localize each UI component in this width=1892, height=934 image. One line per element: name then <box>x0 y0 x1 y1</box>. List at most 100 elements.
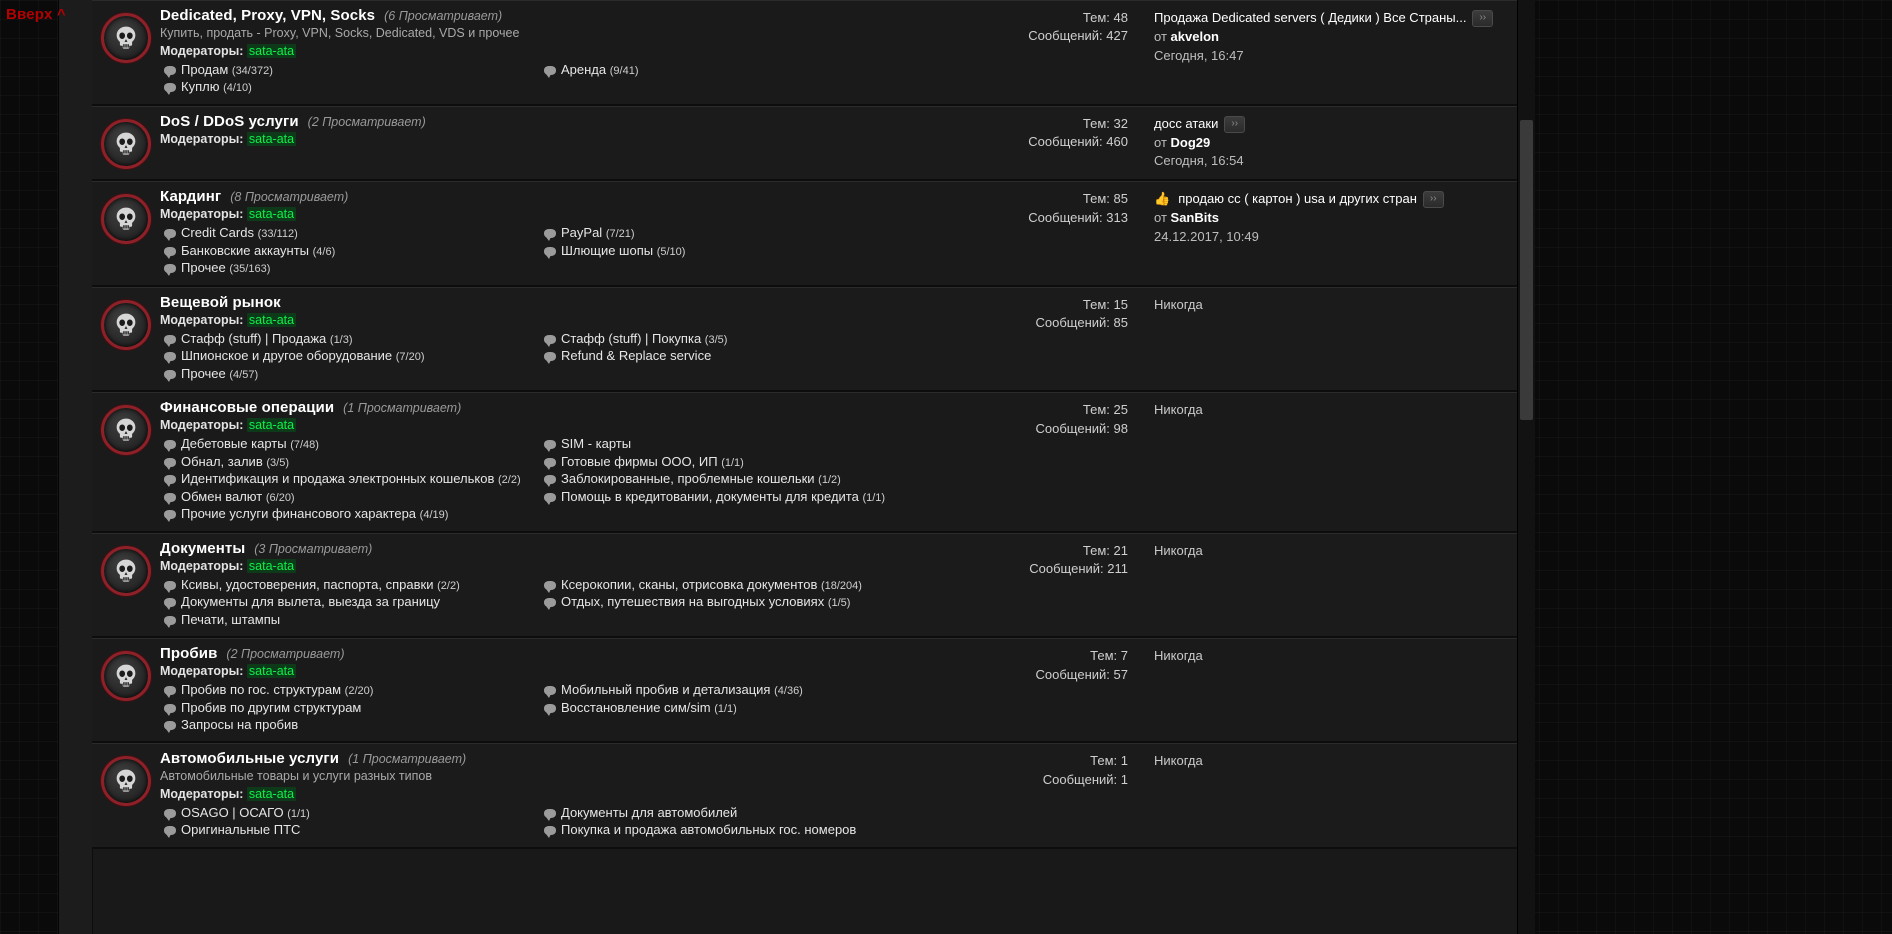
subforum-link[interactable]: PayPal <box>561 225 602 240</box>
forum-node-row: Вещевой рынок Модераторы: sata-ata Стафф (… <box>92 286 1517 393</box>
skull-icon <box>101 13 151 63</box>
subforum-link[interactable]: OSAGO | ОСАГО <box>181 805 284 820</box>
subforum-link[interactable]: SIM - карты <box>561 436 631 451</box>
moderator-name-link[interactable]: sata-ata <box>246 418 297 433</box>
subforum-link[interactable]: Стафф (stuff) | Покупка <box>561 331 701 346</box>
subforum-count: (1/1) <box>287 807 310 820</box>
subforum-link[interactable]: Refund & Replace service <box>561 348 711 363</box>
subforum-link[interactable]: Отдых, путешествия на выгодных условиях <box>561 594 824 609</box>
last-post-title-row: 👍 продаю сс ( картон ) usa и других стран… <box>1154 190 1509 209</box>
last-post-date: Сегодня, 16:54 <box>1154 153 1244 169</box>
subforum-link[interactable]: Помощь в кредитовании, документы для кре… <box>561 489 859 504</box>
forum-title-link[interactable]: Автомобильные услуги <box>160 750 339 767</box>
subforum-link[interactable]: Готовые фирмы ООО, ИП <box>561 454 718 469</box>
subforum-link[interactable]: Запросы на пробив <box>181 717 298 732</box>
message-count-row: Сообщений: 57 <box>918 666 1128 684</box>
subforum-link[interactable]: Ксерокопии, сканы, отрисовка документов <box>561 577 817 592</box>
last-post-title-link[interactable]: продаю сс ( картон ) usa и других стран <box>1178 190 1417 209</box>
subforum-link[interactable]: Банковские аккаунты <box>181 243 309 258</box>
back-to-top-link[interactable]: Вверх ^ <box>6 6 66 23</box>
moderator-name-link[interactable]: sata-ata <box>246 558 297 573</box>
subforum-link[interactable]: Дебетовые карты <box>181 436 287 451</box>
subforum-link[interactable]: Пробив по другим структурам <box>181 700 361 715</box>
subforum-link[interactable]: Оригинальные ПТС <box>181 822 300 837</box>
go-to-last-post-button[interactable]: ›› <box>1224 115 1246 133</box>
subforum-link[interactable]: Обмен валют <box>181 489 262 504</box>
moderator-name-link[interactable]: sata-ata <box>246 131 297 146</box>
subforum-count: (35/163) <box>229 263 271 276</box>
subforum-item <box>540 78 910 95</box>
last-post-author-row: от SanBits <box>1154 209 1509 228</box>
speech-bubble-icon <box>164 826 176 839</box>
subforum-item: Банковские аккаунты (4/6) <box>160 242 530 260</box>
subforum-link[interactable]: Идентификация и продажа электронных коше… <box>181 471 494 486</box>
forum-title-link[interactable]: Кардинг <box>160 188 221 205</box>
scrollbar-thumb[interactable] <box>1520 120 1533 420</box>
message-count-label: Сообщений: <box>1028 134 1103 150</box>
subforum-grid: OSAGO | ОСАГО (1/1) Документы для автомоб… <box>160 804 910 839</box>
subforum-link[interactable]: Документы для вылета, выезда за границу <box>181 594 440 609</box>
thread-count-row: Тем: 85 <box>918 190 1128 208</box>
thread-count-value: 48 <box>1113 10 1128 25</box>
subforum-link[interactable]: Прочее <box>181 366 226 381</box>
subforum-link[interactable]: Credit Cards <box>181 225 254 240</box>
subforum-link[interactable]: Аренда <box>561 62 606 77</box>
last-post-author-link[interactable]: SanBits <box>1171 210 1219 225</box>
subforum-link[interactable]: Прочие услуги финансового характера <box>181 506 416 521</box>
subforum-item: Прочее (35/163) <box>160 259 530 277</box>
speech-bubble-icon <box>544 492 556 505</box>
moderator-name-link[interactable]: sata-ata <box>246 664 297 679</box>
subforum-link[interactable]: Печати, штампы <box>181 612 280 627</box>
last-post-author-link[interactable]: akvelon <box>1171 29 1219 44</box>
subforum-link[interactable]: Прочее <box>181 260 226 275</box>
speech-bubble-icon <box>164 334 176 347</box>
go-to-last-post-button[interactable]: ›› <box>1422 191 1444 209</box>
subforum-link[interactable]: Шлющие шопы <box>561 243 653 258</box>
subforum-link[interactable]: Стафф (stuff) | Продажа <box>181 331 326 346</box>
moderator-name-link[interactable]: sata-ata <box>246 312 297 327</box>
last-post-cell: Никогда <box>1144 750 1517 838</box>
last-post-title-link[interactable]: Продажа Dedicated servers ( Дедики ) Все… <box>1154 9 1466 28</box>
subforum-link[interactable]: Пробив по гос. структурам <box>181 682 341 697</box>
subforum-link[interactable]: Шпионское и другое оборудование <box>181 348 392 363</box>
moderator-name-link[interactable]: sata-ata <box>246 786 297 801</box>
forum-title-link[interactable]: Документы <box>160 540 245 557</box>
subforum-link[interactable]: Покупка и продажа автомобильных гос. ном… <box>561 822 856 837</box>
speech-bubble-icon <box>164 83 176 96</box>
speech-bubble-icon <box>164 352 176 365</box>
forum-title-link[interactable]: Dedicated, Proxy, VPN, Socks <box>160 7 375 24</box>
last-post-author-link[interactable]: Dog29 <box>1171 135 1211 150</box>
message-count-label: Сообщений: <box>1029 561 1104 577</box>
thread-count-row: Тем: 21 <box>918 542 1128 560</box>
forum-title-link[interactable]: DoS / DDoS услуги <box>160 113 299 130</box>
subforum-link[interactable]: Документы для автомобилей <box>561 805 737 820</box>
subforum-link[interactable]: Куплю <box>181 79 219 94</box>
forum-title-link[interactable]: Финансовые операции <box>160 399 334 416</box>
subforum-link[interactable]: Ксивы, удостоверения, паспорта, справки <box>181 577 433 592</box>
forum-viewing-count: (2 Просматривает) <box>226 647 345 662</box>
subforum-item: Пробив по другим структурам <box>160 699 530 716</box>
last-post-never: Никогда <box>1154 296 1203 312</box>
go-to-last-post-button[interactable]: ›› <box>1472 9 1494 27</box>
subforum-item <box>540 365 910 382</box>
speech-bubble-icon <box>164 580 176 593</box>
forum-node-body: Финансовые операции (1 Просматривает) Моде… <box>160 399 918 523</box>
moderator-name-link[interactable]: sata-ata <box>246 207 297 222</box>
moderator-name-link[interactable]: sata-ata <box>246 43 297 58</box>
subforum-item <box>540 611 910 628</box>
subforum-link[interactable]: Продам <box>181 62 228 77</box>
speech-bubble-icon <box>544 808 556 821</box>
forum-icon-cell <box>92 188 160 277</box>
last-post-title-link[interactable]: досс атаки <box>1154 115 1218 134</box>
subforum-link[interactable]: Обнал, залив <box>181 454 263 469</box>
subforum-link[interactable]: Мобильный пробив и детализация <box>561 682 770 697</box>
thread-count-row: Тем: 32 <box>918 115 1128 133</box>
forum-viewing-count: (3 Просматривает) <box>254 541 373 556</box>
speech-bubble-icon <box>164 703 176 716</box>
page-scrollbar[interactable] <box>1517 0 1535 934</box>
subforum-link[interactable]: Восстановление сим/sim <box>561 700 711 715</box>
subforum-link[interactable]: Заблокированные, проблемные кошельки <box>561 471 815 486</box>
forum-title-link[interactable]: Пробив <box>160 645 217 662</box>
forum-title-link[interactable]: Вещевой рынок <box>160 294 281 311</box>
forum-node-row: DoS / DDoS услуги (2 Просматривает) Модера… <box>92 105 1517 182</box>
